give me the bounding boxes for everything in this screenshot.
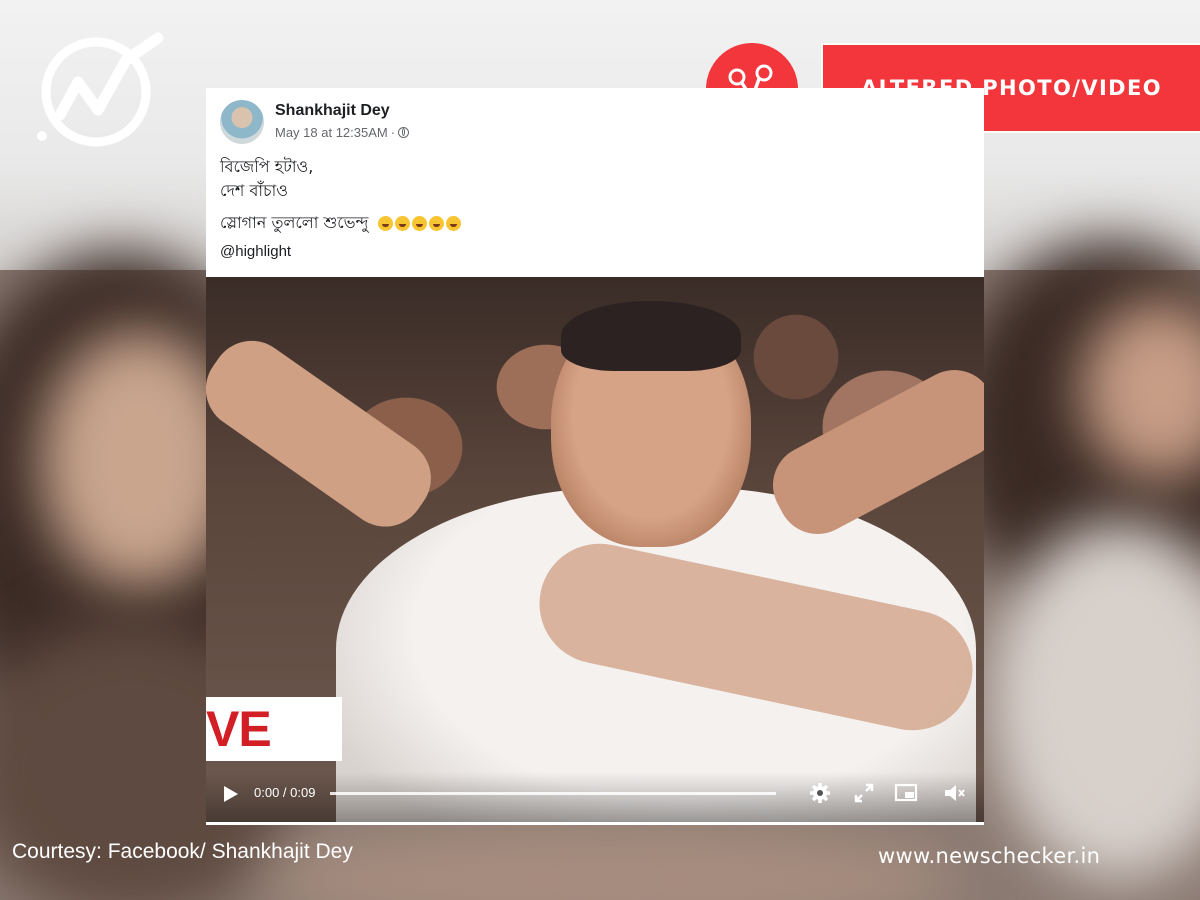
video-time: 0:00 / 0:09 <box>254 785 316 800</box>
rofl-emoji-icon <box>428 216 444 231</box>
emoji-group <box>377 216 461 231</box>
fullscreen-icon[interactable] <box>852 781 876 805</box>
live-banner: VE <box>206 697 342 761</box>
laughing-emoji-icon <box>377 216 393 231</box>
facebook-post: Shankhajit Dey May 18 at 12:35AM · বিজেপ… <box>206 88 984 277</box>
highlight-mention[interactable]: @highlight <box>220 243 291 260</box>
video-player[interactable]: VE 0:00 / 0:09 <box>206 277 984 825</box>
gear-icon[interactable] <box>808 781 832 805</box>
avatar[interactable] <box>220 100 264 144</box>
video-controls: 0:00 / 0:09 <box>206 772 984 822</box>
newschecker-logo <box>30 30 165 150</box>
post-timestamp[interactable]: May 18 at 12:35AM <box>275 125 388 140</box>
post-text-line: বিজেপি হটাও, <box>220 157 314 176</box>
play-icon[interactable] <box>224 786 238 802</box>
post-author[interactable]: Shankhajit Dey <box>275 102 390 120</box>
post-text-line: দেশ বাঁচাও <box>220 181 289 200</box>
laughing-emoji-icon <box>411 216 427 231</box>
post-text-slogan: স্লোগান তুললো শুভেন্দু <box>220 213 369 232</box>
post-meta: May 18 at 12:35AM · <box>275 125 410 140</box>
courtesy-caption: Courtesy: Facebook/ Shankhajit Dey <box>12 840 353 863</box>
post-text-line: স্লোগান তুললো শুভেন্দু <box>220 210 461 237</box>
site-url: www.newschecker.in <box>878 844 1101 868</box>
video-progress-bar[interactable] <box>330 792 776 795</box>
globe-icon <box>398 127 410 138</box>
tears-of-joy-emoji-icon <box>445 216 461 231</box>
pip-icon[interactable] <box>894 781 918 805</box>
grinning-emoji-icon <box>394 216 410 231</box>
volume-icon[interactable] <box>942 781 966 805</box>
